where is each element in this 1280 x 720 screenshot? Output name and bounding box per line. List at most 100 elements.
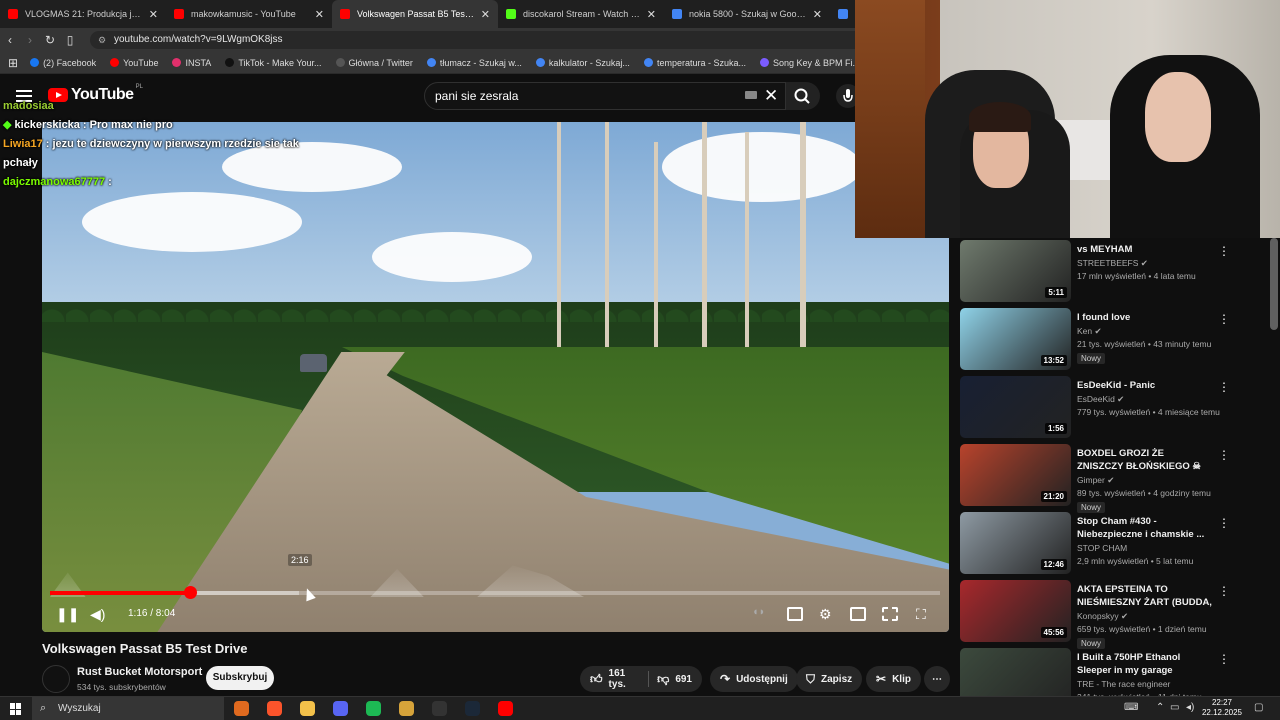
- notifications-icon[interactable]: ▢: [1254, 702, 1263, 713]
- reload-icon[interactable]: ↻: [40, 33, 60, 47]
- channel-name[interactable]: Ken ✔: [1077, 326, 1102, 337]
- forward-icon[interactable]: ›: [20, 33, 40, 47]
- progress-scrubber[interactable]: [183, 586, 197, 599]
- recommended-video[interactable]: 21:20 BOXDEL GROZI ŻE ZNISZCZY BŁOŃSKIEGO…: [960, 442, 1280, 513]
- recommendations-scrollbar[interactable]: [1270, 238, 1278, 330]
- brave-icon[interactable]: [267, 701, 282, 716]
- obs-icon[interactable]: [432, 701, 447, 716]
- file-explorer-icon[interactable]: [300, 701, 315, 716]
- keyboard-layout-icon[interactable]: ⌨: [1124, 702, 1138, 713]
- miniplayer-icon[interactable]: [850, 607, 866, 621]
- taskbar-clock[interactable]: 22:27 22.12.2025: [1192, 698, 1252, 718]
- subtitles-icon[interactable]: [787, 607, 803, 621]
- tab-close-icon[interactable]: ✕: [149, 8, 158, 21]
- channel-name[interactable]: STOP CHAM: [1077, 543, 1127, 553]
- taskbar-search[interactable]: ⌕ Wyszukaj: [32, 697, 224, 720]
- video-title[interactable]: I found love: [1077, 311, 1212, 324]
- bookmark-item[interactable]: INSTA: [172, 58, 211, 68]
- more-options-icon[interactable]: ⋮: [1218, 652, 1230, 666]
- clear-search-icon[interactable]: ✕: [764, 86, 778, 106]
- back-icon[interactable]: ‹: [0, 33, 20, 47]
- windows-start-icon[interactable]: [10, 703, 22, 715]
- bookmark-item[interactable]: YouTube: [110, 58, 158, 68]
- tab-close-icon[interactable]: ✕: [813, 8, 822, 21]
- video-title[interactable]: BOXDEL GROZI ŻE ZNISZCZY BŁOŃSKIEGO ☠: [1077, 447, 1212, 473]
- browser-tab[interactable]: discokarol Stream - Watch Live on Ki ✕: [498, 0, 664, 28]
- recommended-video[interactable]: I Built a 750HP Ethanol Sleeper in my ga…: [960, 646, 1280, 696]
- video-title[interactable]: Stop Cham #430 - Niebezpieczne i chamski…: [1077, 515, 1212, 541]
- keyboard-icon[interactable]: [745, 91, 757, 99]
- video-thumbnail[interactable]: 13:52: [960, 308, 1071, 370]
- cast-icon[interactable]: [882, 607, 898, 621]
- fullscreen-icon[interactable]: ⛶: [916, 606, 926, 623]
- browser-tab[interactable]: makowkamusic - YouTube ✕: [166, 0, 332, 28]
- browser-tab[interactable]: VLOGMAS 21: Produkcja jeszcze nie ✕: [0, 0, 166, 28]
- recommended-video[interactable]: 12:46 Stop Cham #430 - Niebezpieczne i ch…: [960, 510, 1280, 578]
- recommended-video[interactable]: 45:56 AKTA EPSTEINA TO NIEŚMIESZNY ŻART (…: [960, 578, 1280, 649]
- recommended-video[interactable]: 5:11 vs MEYHAM STREETBEEFS ✔ 17 mln wyświet…: [960, 238, 1280, 306]
- steam-icon[interactable]: [465, 701, 480, 716]
- browser-tab[interactable]: nokia 5800 - Szukaj w Google ✕: [664, 0, 830, 28]
- bookmark-item[interactable]: Song Key & BPM Fi...: [759, 58, 860, 68]
- video-thumbnail[interactable]: 5:11: [960, 240, 1071, 302]
- more-options-icon[interactable]: ⋮: [1218, 380, 1230, 394]
- video-thumbnail[interactable]: 12:46: [960, 512, 1071, 574]
- progress-bar[interactable]: [50, 586, 940, 599]
- video-thumbnail[interactable]: [960, 648, 1071, 696]
- spotify-icon[interactable]: [366, 701, 381, 716]
- more-actions-button[interactable]: ⋯: [924, 666, 950, 692]
- video-title[interactable]: EsDeeKid - Panic: [1077, 379, 1212, 392]
- bookmark-item[interactable]: Główna / Twitter: [335, 58, 413, 68]
- pause-icon[interactable]: ❚❚: [56, 606, 79, 623]
- bookmark-item[interactable]: temperatura - Szuka...: [643, 58, 746, 68]
- tab-close-icon[interactable]: ✕: [315, 8, 324, 21]
- url-field[interactable]: ⚙ youtube.com/watch?v=9LWgmOK8jss: [90, 31, 890, 49]
- more-options-icon[interactable]: ⋮: [1218, 448, 1230, 462]
- youtube-app-icon[interactable]: [498, 701, 513, 716]
- search-input[interactable]: pani sie zesrala: [424, 82, 786, 110]
- tab-close-icon[interactable]: ✕: [481, 8, 490, 21]
- video-title[interactable]: I Built a 750HP Ethanol Sleeper in my ga…: [1077, 651, 1212, 677]
- recommended-video[interactable]: 1:56 EsDeeKid - Panic EsDeeKid ✔ 779 tys. w…: [960, 374, 1280, 442]
- volume-icon[interactable]: ◀): [90, 606, 105, 623]
- search-button[interactable]: [786, 82, 820, 110]
- like-count[interactable]: 161 tys.: [609, 668, 641, 690]
- thumbs-down-icon[interactable]: 👎︎: [657, 672, 669, 687]
- bookmark-item[interactable]: tłumacz - Szukaj w...: [426, 58, 522, 68]
- channel-name[interactable]: Gimper ✔: [1077, 475, 1114, 486]
- channel-avatar[interactable]: [42, 665, 70, 693]
- media-icon[interactable]: [399, 701, 414, 716]
- tab-close-icon[interactable]: ✕: [647, 8, 656, 21]
- more-options-icon[interactable]: ⋮: [1218, 584, 1230, 598]
- site-info-icon[interactable]: ⚙: [98, 31, 106, 49]
- clip-button[interactable]: ✂ Klip: [866, 666, 921, 692]
- more-options-icon[interactable]: ⋮: [1218, 516, 1230, 530]
- channel-name[interactable]: STREETBEEFS ✔: [1077, 258, 1148, 269]
- discord-icon[interactable]: [333, 701, 348, 716]
- bookmark-item[interactable]: kalkulator - Szukaj...: [535, 58, 630, 68]
- apps-grid-icon[interactable]: ⊞: [8, 56, 18, 70]
- bookmark-item[interactable]: TikTok - Make Your...: [225, 58, 322, 68]
- video-thumbnail[interactable]: 45:56: [960, 580, 1071, 642]
- dislike-count[interactable]: 691: [675, 674, 692, 685]
- network-icon[interactable]: ▭: [1170, 702, 1179, 713]
- video-thumbnail[interactable]: 21:20: [960, 444, 1071, 506]
- more-options-icon[interactable]: ⋮: [1218, 244, 1230, 258]
- channel-name[interactable]: TRE - The race engineer: [1077, 679, 1170, 689]
- channel-name[interactable]: Konopskyy ✔: [1077, 611, 1128, 622]
- tray-chevron-icon[interactable]: ⌃: [1156, 702, 1164, 713]
- share-button[interactable]: ↷ Udostępnij: [710, 666, 798, 692]
- torch-browser-icon[interactable]: [234, 701, 249, 716]
- browser-tab[interactable]: Volkswagen Passat B5 Test Dr ✕: [332, 0, 498, 28]
- video-title[interactable]: vs MEYHAM: [1077, 243, 1212, 256]
- more-options-icon[interactable]: ⋮: [1218, 312, 1230, 326]
- channel-name[interactable]: Rust Bucket Motorsport: [77, 666, 202, 678]
- video-player[interactable]: 2:16 ❚❚ ◀) 1:16 / 8:04 ◖◗ ⚙ ⛶: [42, 122, 949, 632]
- video-thumbnail[interactable]: 1:56: [960, 376, 1071, 438]
- bookmark-item[interactable]: (2) Facebook: [30, 58, 96, 68]
- autoplay-toggle[interactable]: ◖◗: [752, 606, 765, 618]
- thumbs-up-icon[interactable]: 👍︎: [590, 672, 603, 687]
- channel-name[interactable]: EsDeeKid ✔: [1077, 394, 1124, 405]
- recommended-video[interactable]: 13:52 I found love Ken ✔ 21 tys. wyświetleń…: [960, 306, 1280, 374]
- settings-icon[interactable]: ⚙: [819, 606, 832, 623]
